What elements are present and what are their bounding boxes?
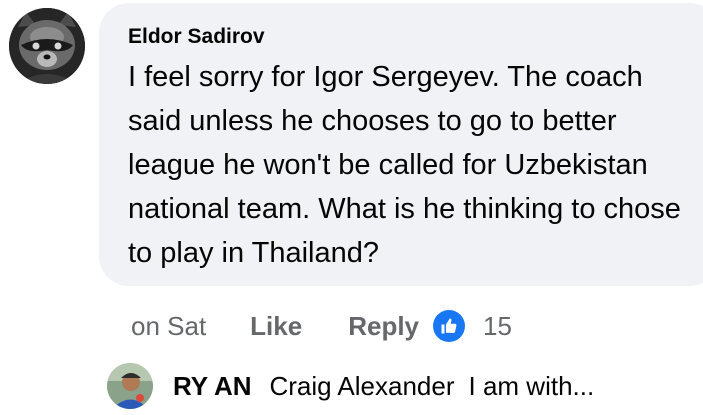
comment-author-avatar[interactable]: [9, 8, 85, 84]
thumbs-up-icon[interactable]: [433, 310, 466, 342]
reply-text[interactable]: I am with...: [469, 371, 595, 402]
comment-timestamp[interactable]: on Sat: [131, 311, 206, 342]
comment-author-name[interactable]: Eldor Sadirov: [128, 23, 265, 51]
raccoon-avatar-icon: [9, 8, 85, 84]
like-button[interactable]: Like: [250, 311, 302, 342]
reply-author-name[interactable]: RY AN: [173, 371, 252, 402]
reply-button[interactable]: Reply: [348, 311, 419, 342]
reply-author-avatar[interactable]: [107, 363, 153, 409]
reply-preview[interactable]: RY AN Craig Alexander I am with...: [107, 361, 594, 411]
reply-mention[interactable]: Craig Alexander: [270, 371, 455, 402]
reply-avatar-icon: [107, 363, 153, 409]
comment-text: I feel sorry for Igor Sergeyev. The coac…: [128, 61, 681, 269]
comment-actions: on Sat Like Reply 15: [131, 307, 512, 345]
reaction-count[interactable]: 15: [483, 311, 512, 342]
